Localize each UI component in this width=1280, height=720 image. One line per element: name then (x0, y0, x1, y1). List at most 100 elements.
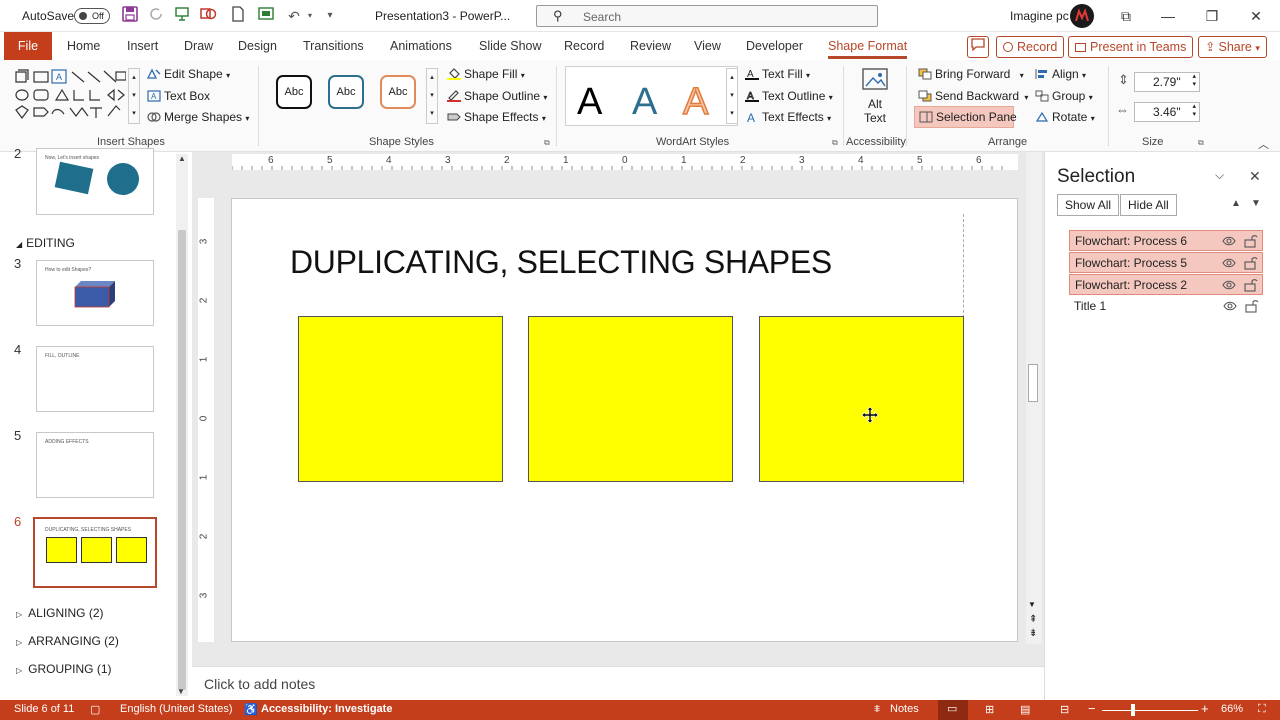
tab-view[interactable]: View (694, 39, 721, 53)
notes-area[interactable]: Click to add notes (192, 666, 1044, 700)
wordart-blue[interactable]: A (632, 81, 657, 124)
dialog-launcher-icon[interactable]: ⧉ (1198, 138, 1204, 148)
tab-animations[interactable]: Animations (390, 39, 452, 53)
selection-item-title-1[interactable]: Title 1 (1069, 296, 1263, 317)
zoom-slider-thumb[interactable] (1131, 704, 1135, 716)
eye-icon[interactable] (1222, 256, 1236, 270)
tab-draw[interactable]: Draw (184, 39, 213, 53)
align-button[interactable]: Align ▾ (1035, 67, 1086, 81)
save-icon[interactable] (120, 6, 140, 26)
avatar[interactable] (1070, 4, 1094, 28)
previous-slide-icon[interactable]: ⇞ (1029, 615, 1037, 625)
tab-shape-format[interactable]: Shape Format (828, 39, 908, 59)
close-window-icon[interactable]: ✕ (1244, 6, 1268, 26)
present-in-teams-button[interactable]: Present in Teams (1068, 36, 1194, 58)
notes-button[interactable]: Notes (890, 703, 919, 715)
spelling-icon[interactable]: ▢ (90, 703, 100, 716)
wordart-gallery[interactable]: A A A (565, 66, 738, 126)
tab-insert[interactable]: Insert (127, 39, 158, 53)
section-aligning[interactable]: ▷ ALIGNING (2) (16, 606, 104, 620)
comments-button[interactable] (967, 36, 989, 58)
accessibility-status[interactable]: Accessibility: Investigate (261, 703, 392, 715)
group-button[interactable]: Group ▾ (1035, 89, 1093, 103)
bring-forward-button[interactable]: Bring Forward ▾ (918, 67, 1024, 81)
normal-view-button[interactable]: ▭ (938, 700, 968, 720)
tab-file[interactable]: File (4, 32, 52, 60)
slide-sorter-icon[interactable]: ⊞ (985, 703, 994, 716)
next-slide-icon[interactable]: ⇟ (1029, 629, 1037, 639)
bring-forward-icon[interactable]: ▲ (1231, 198, 1241, 209)
scroll-down-icon[interactable]: ▼ (177, 687, 185, 696)
wordart-orange-outline[interactable]: A (682, 80, 709, 124)
wordart-scroll[interactable]: ▴ ▾ ▾ (726, 68, 738, 124)
flowchart-process-5[interactable] (528, 316, 733, 482)
tab-review[interactable]: Review (630, 39, 671, 53)
rotate-button[interactable]: Rotate ▾ (1035, 110, 1095, 124)
hide-all-button[interactable]: Hide All (1120, 194, 1177, 216)
eye-icon[interactable] (1223, 299, 1237, 313)
wordart-black[interactable]: A (577, 81, 602, 124)
flowchart-process-6[interactable] (759, 316, 964, 482)
tab-record[interactable]: Record (564, 39, 604, 53)
scroll-down-icon[interactable]: ▼ (1028, 600, 1036, 609)
zoom-slider[interactable] (1102, 710, 1198, 711)
shape-gallery[interactable]: A (12, 68, 127, 126)
width-field[interactable]: 3.46" ▴ ▾ (1134, 102, 1200, 122)
shape-effects-button[interactable]: Shape Effects ▾ (447, 110, 546, 124)
scroll-up-icon[interactable]: ▲ (176, 154, 188, 163)
dialog-launcher-icon[interactable]: ⧉ (544, 138, 550, 148)
close-pane-icon[interactable]: ✕ (1249, 168, 1261, 185)
pane-options-icon[interactable]: ⌵ (1215, 168, 1224, 183)
zoom-out-icon[interactable]: − (1088, 701, 1096, 716)
text-fill-button[interactable]: A Text Fill ▾ (745, 67, 810, 81)
autosave-toggle[interactable]: Off (74, 8, 110, 24)
slide-thumbnail-2[interactable]: Now, Let's insert shapes (36, 148, 154, 215)
shape-gallery-scroll[interactable]: ▴ ▾ ▾ (128, 68, 140, 124)
unlock-icon[interactable] (1244, 233, 1258, 248)
fit-slide-icon[interactable]: ⛶ (1258, 703, 1266, 716)
selection-item-process-2[interactable]: Flowchart: Process 2 (1069, 274, 1263, 295)
text-outline-button[interactable]: A Text Outline ▾ (745, 89, 833, 103)
share-button[interactable]: ⇪ Share ▾ (1198, 36, 1267, 58)
scrollbar-thumb[interactable] (178, 230, 186, 690)
show-all-button[interactable]: Show All (1057, 194, 1120, 216)
selection-pane-button[interactable]: Selection Pane (914, 106, 1017, 128)
unlock-icon[interactable] (1244, 255, 1258, 270)
slide-thumbnail-5[interactable]: ADDING EFFECTS (36, 432, 154, 498)
section-grouping[interactable]: ▷ GROUPING (1) (16, 662, 112, 676)
language-status[interactable]: English (United States) (120, 703, 233, 715)
slide-show-icon[interactable] (256, 6, 276, 26)
slide-show-view-icon[interactable]: ⊟ (1060, 703, 1069, 716)
minimize-icon[interactable]: — (1156, 6, 1180, 26)
unlock-icon[interactable] (1245, 298, 1259, 313)
section-arranging[interactable]: ▷ ARRANGING (2) (16, 634, 119, 648)
shape-style-orange[interactable]: Abc (380, 75, 416, 109)
scrollbar-thumb[interactable] (1028, 364, 1038, 402)
shape-style-blue[interactable]: Abc (328, 75, 364, 109)
restore-icon[interactable]: ❐ (1200, 6, 1224, 26)
reading-view-icon[interactable]: ▤ (1020, 703, 1030, 716)
tab-home[interactable]: Home (67, 39, 100, 53)
customize-qat-icon[interactable]: ▾ (320, 6, 340, 26)
spin-arrows-icon[interactable]: ▴ ▾ (1192, 103, 1196, 119)
dialog-launcher-icon[interactable]: ⧉ (832, 138, 838, 148)
shape-outline-button[interactable]: Shape Outline ▾ (447, 89, 547, 103)
edit-shape-button[interactable]: Edit Shape ▾ (147, 67, 230, 81)
section-editing[interactable]: ◢ EDITING (16, 236, 75, 250)
eye-icon[interactable] (1222, 278, 1236, 292)
shape-style-black[interactable]: Abc (276, 75, 312, 109)
flowchart-process-2[interactable] (298, 316, 503, 482)
zoom-in-icon[interactable]: + (1201, 701, 1209, 716)
slide-title[interactable]: DUPLICATING, SELECTING SHAPES (290, 244, 832, 281)
send-backward-icon[interactable]: ▼ (1251, 198, 1261, 209)
text-effects-button[interactable]: A Text Effects ▾ (745, 110, 831, 124)
tab-slide-show[interactable]: Slide Show (479, 39, 542, 53)
redo-circle-icon[interactable] (146, 6, 166, 26)
unlock-icon[interactable] (1244, 277, 1258, 292)
slide-scrollbar[interactable]: ▼ ⇞ ⇟ (1026, 152, 1042, 644)
undo-dropdown-icon[interactable]: ▾ (300, 6, 320, 26)
slide-thumbnail-4[interactable]: FILL, OUTLINE (36, 346, 154, 412)
zoom-level[interactable]: 66% (1221, 703, 1243, 715)
ribbon-display-icon[interactable]: ⧉ (1114, 6, 1138, 26)
shape-styles-scroll[interactable]: ▴ ▾ ▾ (426, 68, 438, 124)
